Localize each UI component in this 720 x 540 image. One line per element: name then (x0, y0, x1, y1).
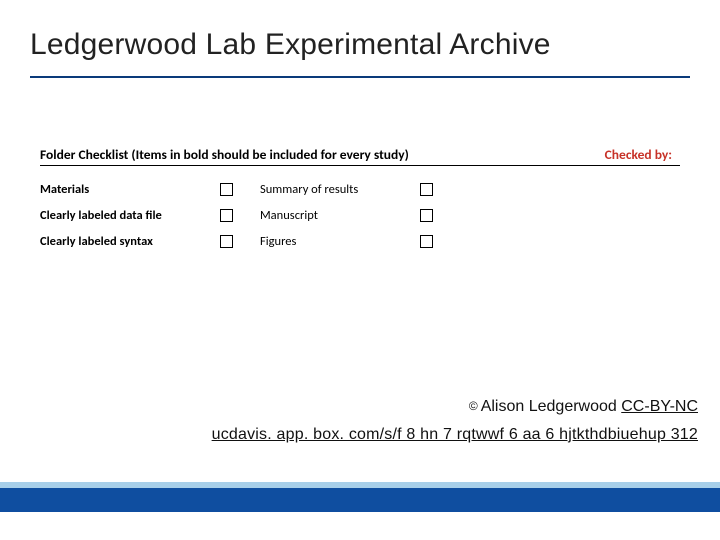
checklist-rows: Materials Summary of results Clearly lab… (40, 176, 680, 254)
checklist-item-label: Clearly labeled data file (40, 208, 220, 223)
credit-author: Alison Ledgerwood (481, 398, 617, 415)
credit-license-link[interactable]: CC-BY-NC (621, 398, 698, 415)
checklist-header-right: Checked by: (605, 146, 680, 163)
checkbox-icon (420, 209, 433, 222)
checkbox-icon (220, 209, 233, 222)
checklist-item-label: Manuscript (260, 208, 420, 223)
page-title: Ledgerwood Lab Experimental Archive (30, 28, 551, 62)
footer-bar-white (0, 512, 720, 540)
checklist-item-label: Materials (40, 182, 220, 197)
checkbox-icon (420, 235, 433, 248)
footer-bar-dark (0, 488, 720, 512)
checklist-item-label: Figures (260, 234, 420, 249)
credit-line: ©Alison Ledgerwood CC-BY-NC (469, 398, 698, 416)
checkbox-icon (420, 183, 433, 196)
checkbox-icon (220, 183, 233, 196)
checklist: Folder Checklist (Items in bold should b… (40, 146, 680, 254)
footer-bars (0, 482, 720, 540)
checkbox-icon (220, 235, 233, 248)
slide: Ledgerwood Lab Experimental Archive Fold… (0, 0, 720, 540)
checklist-row: Clearly labeled data file Manuscript (40, 202, 680, 228)
checklist-row: Materials Summary of results (40, 176, 680, 202)
archive-url-link[interactable]: ucdavis. app. box. com/s/f 8 hn 7 rqtwwf… (212, 426, 698, 444)
title-underline (30, 76, 690, 78)
copyright-symbol: © (469, 399, 478, 413)
checklist-header-left: Folder Checklist (Items in bold should b… (40, 146, 409, 163)
checklist-header: Folder Checklist (Items in bold should b… (40, 146, 680, 166)
checklist-item-label: Clearly labeled syntax (40, 234, 220, 249)
checklist-item-label: Summary of results (260, 182, 420, 197)
checklist-row: Clearly labeled syntax Figures (40, 228, 680, 254)
